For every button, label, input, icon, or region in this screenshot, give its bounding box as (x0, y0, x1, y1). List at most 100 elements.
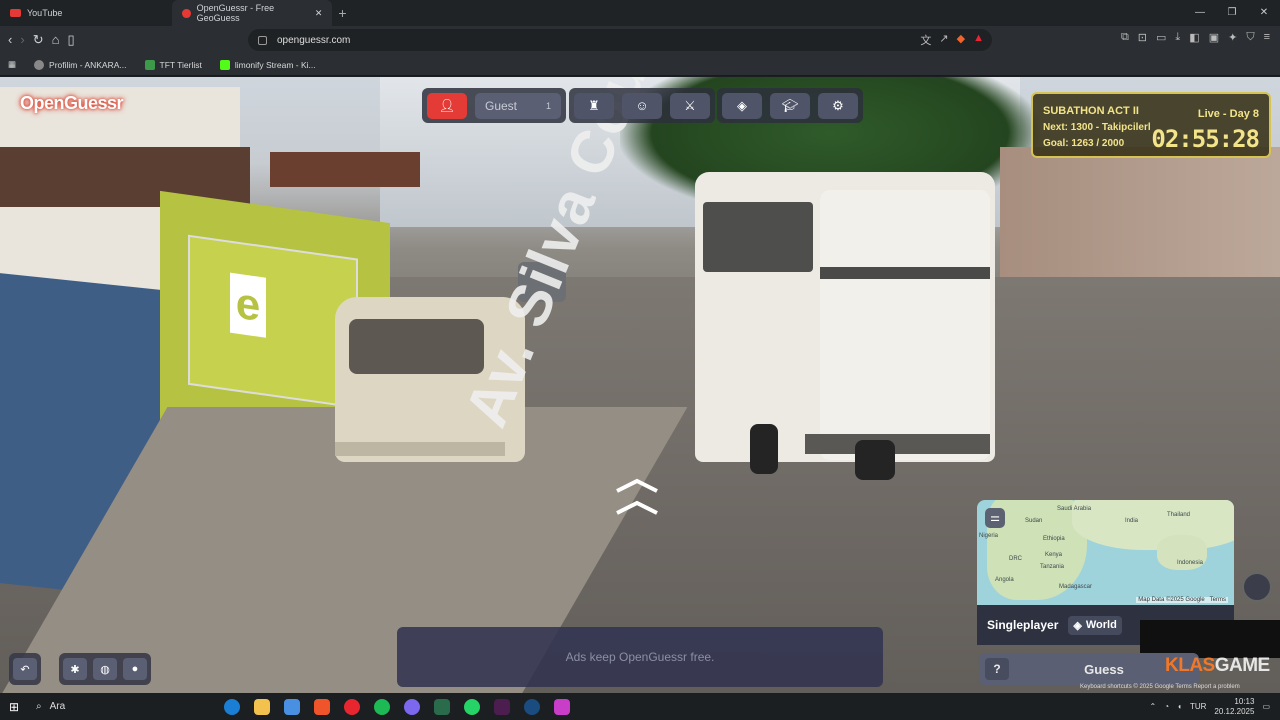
menu-icon[interactable]: ≡ (1264, 31, 1270, 44)
app-icon[interactable] (434, 698, 450, 715)
vpn-icon[interactable]: ⛉ (1246, 31, 1254, 44)
edge-icon[interactable] (224, 698, 240, 715)
region-selector[interactable]: ◈ World (1068, 615, 1122, 635)
podium-button[interactable]: ♜ (574, 92, 614, 119)
settings-button[interactable]: ⚙ (818, 92, 858, 119)
advert-sign: e (188, 234, 358, 409)
subathon-goal: Goal: 1263 / 2000 (1043, 138, 1125, 149)
compass-icon[interactable] (1242, 572, 1272, 602)
multiplayer-button[interactable]: ☺ (622, 92, 662, 119)
translate-icon[interactable]: 文 (920, 32, 931, 48)
wallet-icon[interactable]: ▭ (1156, 31, 1166, 44)
brand-b: GAME (1214, 655, 1271, 676)
whatsapp-icon[interactable] (464, 698, 480, 715)
tab-openguessr[interactable]: OpenGuessr - Free GeoGuess ✕ (172, 0, 333, 26)
file-explorer-icon[interactable] (254, 698, 270, 715)
app-icon[interactable] (554, 698, 570, 715)
map-label: Nigeria (979, 533, 999, 539)
openguessr-logo[interactable]: OpenGuessr (20, 93, 124, 114)
subathon-timer: 02:55:28 (1151, 125, 1260, 153)
messenger-icon[interactable] (404, 698, 420, 715)
brave-shield-icon[interactable]: ◆ (957, 32, 965, 48)
url-field[interactable]: openguessr.com 文 ↗ ◆ ▲ (248, 29, 992, 51)
discord-button[interactable]: ◍ (93, 658, 117, 680)
vs-icon[interactable] (494, 698, 510, 715)
leo-icon[interactable]: ✦ (1228, 31, 1237, 44)
learn-button[interactable]: 🎓︎ (770, 92, 810, 119)
volume-icon[interactable]: ◖ (1177, 702, 1182, 711)
brave-icon[interactable] (314, 698, 330, 715)
tray-expand-icon[interactable]: ⌃ (1150, 702, 1157, 711)
map-land (1072, 500, 1234, 550)
site-info-icon[interactable] (258, 35, 267, 45)
extensions-icon[interactable]: ⧉ (1121, 31, 1129, 44)
map-data-text: Map Data ©2025 Google (1138, 597, 1205, 603)
windows-taskbar: ⊞ ⌕ Ara ⌃ ◔ ◖ TUR 10:13 20.12.2025 ▭ (0, 693, 1280, 720)
new-tab-button[interactable]: + (338, 5, 346, 21)
taskbar-search[interactable]: ⌕ Ara (36, 701, 186, 712)
wallet2-icon[interactable]: ▣ (1209, 31, 1219, 44)
reddit-button[interactable]: ● (123, 658, 147, 680)
map-label: DRC (1009, 556, 1022, 562)
sidebar-icon[interactable]: ▯ (67, 32, 74, 48)
opera-icon[interactable] (344, 698, 360, 715)
wifi-icon[interactable]: ◔ (1164, 702, 1169, 711)
language-indicator[interactable]: TUR (1190, 702, 1206, 711)
battle-button[interactable]: ⚔ (670, 92, 710, 119)
bookmark-item[interactable]: Profilim - ANKARA... (34, 59, 127, 70)
back-icon[interactable]: ‹ (8, 32, 12, 48)
home-icon[interactable]: ⌂ (52, 32, 60, 48)
settings-toolbar: ◈ 🎓︎ ⚙ (717, 88, 863, 123)
tft-icon (144, 59, 155, 70)
steam-icon[interactable] (524, 698, 540, 715)
bookmark-item[interactable]: TFT Tierlist (144, 59, 202, 70)
spotify-icon[interactable] (374, 698, 390, 715)
navigation-arrow-icon[interactable] (612, 477, 662, 517)
forward-icon[interactable]: › (20, 32, 24, 48)
guess-minimap[interactable]: ⚌ Sudan Saudi Arabia India Thailand Nige… (977, 500, 1234, 605)
social-group: ✱ ◍ ● (59, 653, 151, 685)
map-options-button[interactable]: ⚌ (985, 508, 1005, 528)
search-placeholder: Ara (49, 701, 66, 712)
bus-rear (820, 190, 990, 460)
kick-icon (219, 59, 230, 70)
van-windshield (349, 319, 484, 374)
map-label: Tanzania (1040, 564, 1065, 570)
undo-button[interactable]: ↶ (13, 658, 37, 680)
tab-title: OpenGuessr - Free GeoGuess (196, 3, 275, 23)
region-label: World (1085, 619, 1117, 631)
google-footer: Keyboard shortcuts © 2025 Google Terms R… (1080, 684, 1240, 690)
help-button[interactable]: ? (985, 658, 1009, 680)
notifications-icon[interactable]: ▭ (1262, 702, 1270, 711)
close-window-button[interactable]: ✕ (1248, 0, 1280, 26)
tab-bar: YouTube OpenGuessr - Free GeoGuess ✕ + —… (0, 0, 1280, 26)
map-terms-link[interactable]: Terms (1210, 597, 1226, 603)
map-label: Madagascar (1059, 584, 1093, 590)
screenshot-icon[interactable]: ⊡ (1138, 31, 1147, 44)
van-bumper (335, 442, 505, 456)
bookmark-item[interactable]: limonify Stream - Ki... (219, 59, 316, 70)
map-label: Sudan (1025, 518, 1043, 524)
reload-icon[interactable]: ↻ (33, 32, 44, 48)
account-button[interactable]: 👤︎ (427, 92, 467, 119)
download-icon[interactable]: ⤓ (1175, 31, 1180, 44)
player-count: 1 (545, 100, 551, 111)
share-icon[interactable]: ↗ (939, 32, 948, 48)
tab-youtube[interactable]: YouTube (0, 0, 72, 26)
sidebar-toggle-icon[interactable]: ◧ (1189, 31, 1199, 44)
map-attribution: Map Data ©2025 Google Terms (1136, 597, 1228, 603)
guest-player[interactable]: Guest 1 (475, 92, 561, 119)
minimize-button[interactable]: — (1184, 0, 1216, 26)
store-icon[interactable] (284, 698, 300, 715)
layers-button[interactable]: ◈ (722, 92, 762, 119)
street-view-panorama[interactable]: e Av. Silva Couto OpenGuessr 👤︎ Guest 1 … (0, 77, 1280, 693)
brave-rewards-icon[interactable]: ▲ (973, 32, 984, 48)
close-tab-icon[interactable]: ✕ (315, 8, 323, 19)
restore-button[interactable]: ❐ (1216, 0, 1248, 26)
clock[interactable]: 10:13 20.12.2025 (1214, 697, 1254, 717)
apps-grid-icon[interactable]: ▦ (8, 59, 16, 70)
windows-start-icon[interactable]: ⊞ (0, 700, 28, 714)
youtube-icon (10, 9, 21, 17)
bug-report-button[interactable]: ✱ (63, 658, 87, 680)
map-label: Angola (995, 577, 1014, 583)
